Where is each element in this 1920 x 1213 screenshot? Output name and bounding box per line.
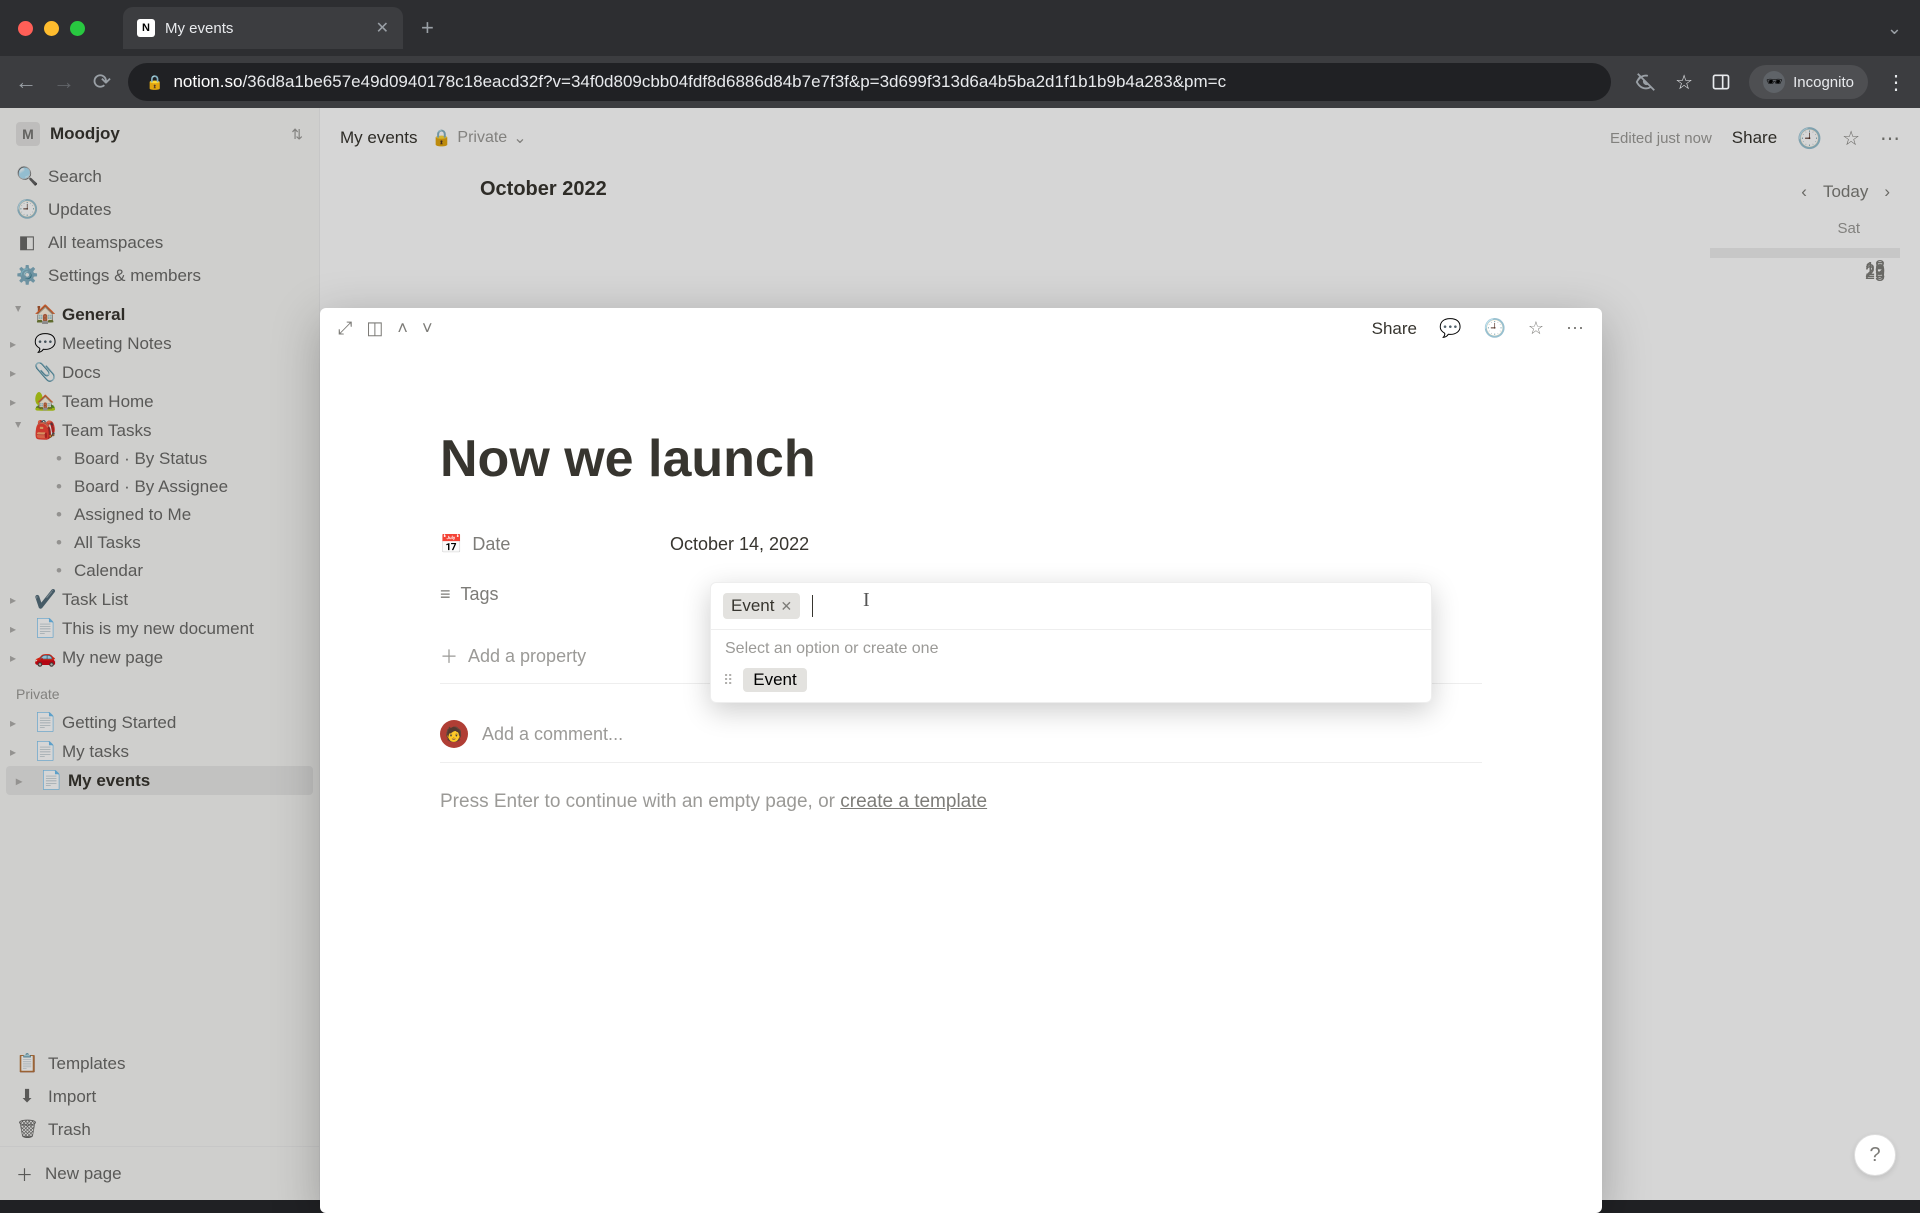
user-avatar: 🧑 <box>440 720 468 748</box>
tag-helper-text: Select an option or create one <box>711 630 1431 658</box>
property-label: Date <box>472 534 510 555</box>
back-button[interactable]: ← <box>14 69 38 95</box>
tags-select-popover: Event ✕ I Select an option or create one… <box>710 582 1432 703</box>
new-tab-button[interactable]: + <box>403 15 452 41</box>
notion-favicon-icon: N <box>137 19 155 37</box>
text-cursor-icon: I <box>863 589 870 612</box>
browser-toolbar: ← → ⟳ 🔒 notion.so/36d8a1be657e49d0940178… <box>0 56 1920 108</box>
eye-off-icon[interactable] <box>1635 71 1657 93</box>
prev-page-icon[interactable]: ˄ <box>397 318 408 339</box>
tag-text-input[interactable] <box>812 595 820 617</box>
create-template-link[interactable]: create a template <box>840 791 987 812</box>
notion-app: M Moodjoy ⇅ 🔍 Search 🕘 Updates ◧ All tea… <box>0 108 1920 1200</box>
forward-button[interactable]: → <box>52 69 76 95</box>
tab-title: My events <box>165 20 366 37</box>
help-button[interactable]: ? <box>1854 1134 1896 1176</box>
expand-icon[interactable]: ⤢ <box>338 318 352 339</box>
property-row-date[interactable]: 📅 Date October 14, 2022 <box>440 519 1482 569</box>
property-label: Tags <box>461 584 499 605</box>
tag-option-event[interactable]: ⠿ Event <box>711 658 1431 702</box>
close-window-button[interactable] <box>18 21 33 36</box>
comment-input-placeholder[interactable]: Add a comment... <box>482 724 623 745</box>
reload-button[interactable]: ⟳ <box>90 69 114 95</box>
comment-composer[interactable]: 🧑 Add a comment... <box>440 706 1482 763</box>
list-icon: ≡ <box>440 584 451 605</box>
maximize-window-button[interactable] <box>70 21 85 36</box>
panel-icon[interactable] <box>1711 72 1731 92</box>
star-icon[interactable]: ☆ <box>1675 70 1693 95</box>
remove-tag-icon[interactable]: ✕ <box>780 598 792 615</box>
star-icon[interactable]: ☆ <box>1528 318 1544 339</box>
url-text: notion.so/36d8a1be657e49d0940178c18eacd3… <box>173 72 1226 92</box>
drag-handle-icon[interactable]: ⠿ <box>723 672 731 689</box>
browser-tab-strip: N My events ✕ + ⌄ <box>0 0 1920 56</box>
next-page-icon[interactable]: ˅ <box>422 318 433 339</box>
incognito-icon: 🕶 <box>1763 71 1785 93</box>
updates-icon[interactable]: 🕘 <box>1483 318 1505 339</box>
selected-tag-chip: Event ✕ <box>723 593 800 619</box>
comments-icon[interactable]: 💬 <box>1439 318 1461 339</box>
browser-tab[interactable]: N My events ✕ <box>123 7 403 49</box>
modal-body: Now we launch 📅 Date October 14, 2022 ≡ … <box>320 349 1602 813</box>
tag-chip-label: Event <box>731 596 774 616</box>
property-value-date[interactable]: October 14, 2022 <box>670 534 809 555</box>
tags-input-row[interactable]: Event ✕ I <box>711 583 1431 630</box>
incognito-badge[interactable]: 🕶 Incognito <box>1749 65 1868 99</box>
lock-icon: 🔒 <box>146 74 163 91</box>
calendar-icon: 📅 <box>440 534 462 555</box>
kebab-menu-icon[interactable]: ⋮ <box>1886 70 1906 95</box>
page-modal: ⤢ ◫ ˄ ˅ Share 💬 🕘 ☆ ⋯ Now we launch 📅 Da… <box>320 308 1602 1213</box>
address-bar[interactable]: 🔒 notion.so/36d8a1be657e49d0940178c18eac… <box>128 63 1611 101</box>
tag-option-chip: Event <box>743 668 806 692</box>
empty-page-hint: Press Enter to continue with an empty pa… <box>440 763 1482 813</box>
window-traffic-lights <box>0 21 103 36</box>
plus-icon: ＋ <box>440 643 458 669</box>
page-title[interactable]: Now we launch <box>440 429 1482 489</box>
close-tab-icon[interactable]: ✕ <box>376 18 389 38</box>
more-icon[interactable]: ⋯ <box>1566 318 1584 339</box>
modal-share-button[interactable]: Share <box>1372 319 1417 339</box>
peek-icon[interactable]: ◫ <box>366 318 383 339</box>
chevron-down-icon[interactable]: ⌄ <box>1887 18 1920 39</box>
minimize-window-button[interactable] <box>44 21 59 36</box>
modal-topbar: ⤢ ◫ ˄ ˅ Share 💬 🕘 ☆ ⋯ <box>320 308 1602 349</box>
